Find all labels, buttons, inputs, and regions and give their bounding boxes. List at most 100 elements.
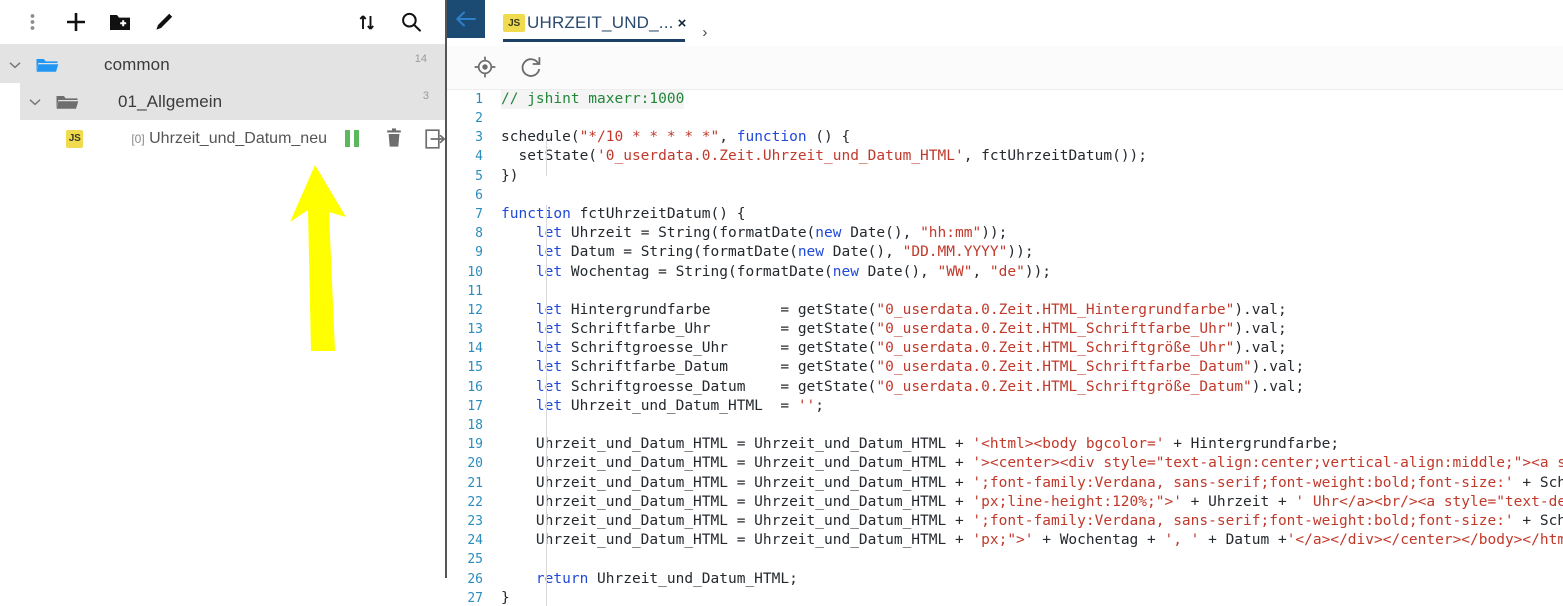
- line-number: 14: [467, 341, 483, 357]
- code-token: "0_userdata.0.Zeit.HTML_Schriftgröße_Uhr…: [876, 340, 1235, 357]
- back-button[interactable]: [447, 0, 485, 38]
- line-number: 17: [467, 398, 483, 414]
- code-text: Uhrzeit_und_Datum_HTML = Uhrzeit_und_Dat…: [501, 512, 1563, 531]
- code-token: ,: [972, 263, 990, 280]
- code-token: function: [736, 129, 807, 146]
- delete-icon[interactable]: [383, 127, 405, 151]
- code-token: }): [501, 167, 519, 184]
- code-text: setState('0_userdata.0.Zeit.Uhrzeit_und_…: [501, 147, 1147, 166]
- folder-label: common: [104, 54, 170, 74]
- line-number: 24: [467, 533, 483, 549]
- code-token: ';font-family:Verdana, sans-serif;font-w…: [972, 474, 1514, 491]
- code-line: 11: [447, 282, 1563, 301]
- line-number: 19: [467, 437, 483, 453]
- file-index: [0]: [131, 131, 145, 146]
- code-token: Schriftfarbe_Uhr = getState(: [562, 321, 877, 338]
- code-line: 22 Uhrzeit_und_Datum_HTML = Uhrzeit_und_…: [447, 493, 1563, 512]
- code-token: Uhrzeit_und_Datum_HTML = Uhrzeit_und_Dat…: [501, 474, 973, 491]
- code-token: '><center><div style="text-align:center;…: [972, 455, 1563, 472]
- folder-count: 3: [422, 90, 429, 102]
- code-token: let: [535, 378, 563, 395]
- code-line: 18: [447, 416, 1563, 435]
- tab-title: UHRZEIT_UND_...: [527, 13, 674, 32]
- script-tree: common 14 01_Allgemein 3 JS [0] Uhrzeit_…: [0, 46, 447, 157]
- code-token: "0_userdata.0.Zeit.HTML_Schriftgröße_Dat…: [876, 378, 1252, 395]
- code-token: "0_userdata.0.Zeit.HTML_Schriftfarbe_Uhr…: [876, 321, 1235, 338]
- code-token: Datum = String(formatDate(: [562, 244, 798, 261]
- code-token: let: [535, 321, 563, 338]
- file-label: [0] Uhrzeit_und_Datum_neu: [131, 130, 327, 148]
- tree-folder-common[interactable]: common 14: [0, 46, 447, 83]
- code-text: let Schriftfarbe_Datum = getState("0_use…: [501, 358, 1304, 377]
- chevron-down-icon[interactable]: [20, 98, 50, 106]
- code-text: let Schriftgroesse_Datum = getState("0_u…: [501, 378, 1304, 397]
- indent-guide-1: [546, 137, 547, 176]
- code-token: let: [535, 225, 563, 242]
- code-line: 12 let Hintergrundfarbe = getState("0_us…: [447, 301, 1563, 320]
- locate-icon[interactable]: [473, 55, 497, 79]
- code-line: 16 let Schriftgroesse_Datum = getState("…: [447, 378, 1563, 397]
- code-token: schedule(: [501, 129, 580, 146]
- line-number: 22: [467, 494, 483, 510]
- code-line: 9 let Datum = String(formatDate(new Date…: [447, 243, 1563, 262]
- code-line: 13 let Schriftfarbe_Uhr = getState("0_us…: [447, 320, 1563, 339]
- code-token: Hintergrundfarbe = getState(: [562, 301, 877, 318]
- code-token: ' Uhr</a><br/><a style="text-decoration:…: [1295, 493, 1563, 510]
- code-token: Uhrzeit = String(formatDate(: [562, 225, 816, 242]
- refresh-icon[interactable]: [519, 55, 543, 79]
- chevron-down-icon[interactable]: [0, 61, 30, 69]
- code-token: + Uhrzeit +: [1181, 493, 1296, 510]
- chevron-right-icon[interactable]: ›: [702, 24, 707, 41]
- add-icon[interactable]: [54, 2, 98, 42]
- line-number: 26: [467, 571, 483, 587]
- folder-label: 01_Allgemein: [118, 91, 223, 111]
- code-token: 'px;">': [972, 532, 1034, 549]
- code-token: "0_userdata.0.Zeit.HTML_Schriftfarbe_Dat…: [876, 359, 1252, 376]
- tab-active-underline: [503, 39, 685, 42]
- line-number: 6: [475, 187, 483, 203]
- code-line: 20 Uhrzeit_und_Datum_HTML = Uhrzeit_und_…: [447, 454, 1563, 473]
- tree-file-row[interactable]: JS [0] Uhrzeit_und_Datum_neu: [0, 120, 447, 157]
- code-text: schedule("*/10 * * * * *", function () {: [501, 128, 850, 147]
- more-vertical-icon[interactable]: [10, 2, 54, 42]
- edit-icon[interactable]: [142, 2, 186, 42]
- sort-icon[interactable]: [345, 2, 389, 42]
- code-token: Schriftgroesse_Datum = getState(: [562, 378, 877, 395]
- close-icon[interactable]: ×: [678, 15, 687, 32]
- editor-toolbar: [447, 46, 1563, 90]
- code-token: "de": [989, 263, 1025, 280]
- code-token: return: [535, 570, 589, 587]
- code-text: let Schriftgroesse_Uhr = getState("0_use…: [501, 339, 1287, 358]
- line-number: 21: [467, 475, 483, 491]
- code-viewport[interactable]: 1 // jshint maxerr:1000 2 3 schedule("*/10 …: [447, 89, 1563, 606]
- export-icon[interactable]: [425, 127, 447, 151]
- file-action-buttons: [341, 127, 447, 151]
- tree-folder-01-allgemein[interactable]: 01_Allgemein 3: [20, 83, 447, 120]
- code-line: 23 Uhrzeit_und_Datum_HTML = Uhrzeit_und_…: [447, 512, 1563, 531]
- tab-uhrzeit-und-datum[interactable]: JS UHRZEIT_UND_... ×: [503, 0, 688, 46]
- search-icon[interactable]: [389, 2, 433, 42]
- code-token: ));: [981, 225, 1008, 242]
- code-token: + Schriftgroesse_Datum: [1522, 512, 1563, 529]
- code-token: '': [797, 397, 816, 414]
- scripts-editor-app: common 14 01_Allgemein 3 JS [0] Uhrzeit_…: [0, 0, 1563, 606]
- line-number: 11: [467, 283, 483, 299]
- code-token: let: [535, 359, 563, 376]
- code-line: 7 function fctUhrzeitDatum() {: [447, 205, 1563, 224]
- line-number: 9: [475, 245, 483, 261]
- pause-icon[interactable]: [341, 127, 363, 151]
- code-token: Uhrzeit_und_Datum_HTML = Uhrzeit_und_Dat…: [501, 493, 973, 510]
- code-line: 6: [447, 186, 1563, 205]
- code-text: let Schriftfarbe_Uhr = getState("0_userd…: [501, 320, 1287, 339]
- code-text: Uhrzeit_und_Datum_HTML = Uhrzeit_und_Dat…: [501, 474, 1563, 493]
- code-line: 4 setState('0_userdata.0.Zeit.Uhrzeit_un…: [447, 147, 1563, 166]
- line-number: 3: [475, 130, 483, 146]
- add-folder-icon[interactable]: [98, 2, 142, 42]
- code-line: 17 let Uhrzeit_und_Datum_HTML = '';: [447, 397, 1563, 416]
